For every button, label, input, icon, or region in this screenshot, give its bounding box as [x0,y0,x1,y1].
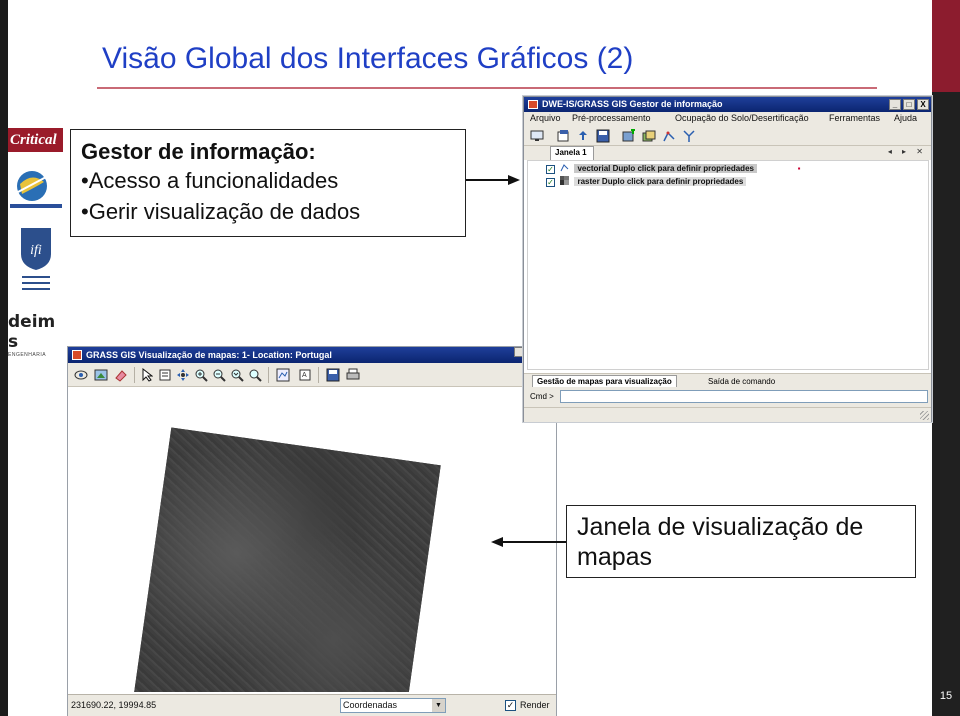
render-checkbox[interactable]: ✓ [505,700,516,711]
coordinates-readout: 231690.22, 19994.85 [71,700,157,710]
callout-item: •Acesso a funcionalidades [81,168,339,193]
print-icon[interactable] [344,366,362,384]
toolbar-separator [318,367,319,383]
callout-item: •Gerir visualização de dados [81,199,361,224]
display-tabs: Janela 1 ◂ ▸ ✕ [524,146,931,160]
decoration-icon[interactable] [274,366,292,384]
bottom-tabs: Gestão de mapas para visualização Saída … [524,373,931,388]
map-toolbar: A [68,363,556,387]
ist-logo: ifi [18,226,54,296]
layer-manager-window[interactable]: DWE-IS/GRASS GIS Gestor de informação _ … [523,96,932,422]
zoom-menu-icon[interactable] [246,366,264,384]
right-accent-bar [932,0,960,716]
eye-icon[interactable] [72,366,90,384]
map-canvas[interactable] [68,387,556,692]
new-display-icon[interactable] [528,127,546,145]
erase-icon[interactable] [112,366,130,384]
window-title: DWE-IS/GRASS GIS Gestor de informação [542,99,723,109]
minimize-button[interactable]: _ [889,99,901,110]
workspace-icon[interactable] [554,127,572,145]
title-divider [97,87,877,89]
map-statusbar: 231690.22, 19994.85 Coordenadas ▼ ✓ Rend… [68,694,556,716]
arrow-left-icon [491,537,567,547]
left-accent-bar [0,0,8,716]
add-command-icon[interactable] [680,127,698,145]
render-label: Render [520,700,550,710]
callout-heading: Gestor de informação: [81,139,316,164]
coordinates-select-value: Coordenadas [343,700,398,710]
layer-label: raster Duplo click para definir propried… [574,177,747,186]
grass-app-icon [72,350,82,360]
arrow-right-icon [466,175,520,185]
maximize-button[interactable]: □ [903,99,915,110]
layer-checkbox[interactable]: ✓ [546,178,555,187]
cmd-label: Cmd > [530,392,554,401]
igp-logo [10,168,62,212]
save-icon[interactable] [324,366,342,384]
add-vector-icon[interactable] [660,127,678,145]
render-icon[interactable] [92,366,110,384]
deimos-logo: deim s ENGENHARIA [8,312,56,358]
layer-item-vectorial[interactable]: ✓ vectorial Duplo click para definir pro… [546,163,800,175]
layer-manager-titlebar[interactable]: DWE-IS/GRASS GIS Gestor de informação _ … [524,97,931,112]
zoom-out-icon[interactable] [210,366,228,384]
slide-title: Visão Global dos Interfaces Gráficos (2) [102,42,634,75]
right-accent-red [932,0,960,92]
toolbar-separator [268,367,269,383]
save-icon[interactable] [594,127,612,145]
raster-layer-icon [560,176,570,185]
layer-label: vectorial Duplo click para definir propr… [574,164,757,173]
logo-column: Critical ifi deim s ENGENHARIA [8,0,63,358]
pan-icon[interactable] [174,366,192,384]
menu-bar: Arquivo Pré-processamento Ocupação do So… [524,112,931,126]
close-button[interactable]: X [917,99,929,110]
svg-text:ifi: ifi [30,243,42,258]
svg-text:A: A [302,372,307,379]
menu-ajuda[interactable]: Ajuda [894,113,917,123]
tab-janela-1[interactable]: Janela 1 [550,146,594,160]
callout-map-display: Janela de visualização de mapas [566,505,916,578]
coordinates-select[interactable]: Coordenadas ▼ [340,698,446,713]
menu-pre-processamento[interactable]: Pré-processamento [572,113,651,123]
map-display-titlebar[interactable]: GRASS GIS Visualização de mapas: 1- Loca… [68,347,556,363]
page-number: 15 [939,690,953,702]
zoom-in-icon[interactable] [192,366,210,384]
layer-item-raster[interactable]: ✓ raster Duplo click para definir propri… [546,176,747,188]
resize-grip-icon[interactable] [920,411,929,420]
grass-app-icon [528,100,538,109]
layer-checkbox[interactable]: ✓ [546,165,555,174]
raster-image [131,427,441,692]
toolbar-separator [134,367,135,383]
tab-saida-comando[interactable]: Saída de comando [708,376,775,387]
callout-layer-manager: Gestor de informação: •Acesso a funciona… [70,129,466,237]
menu-arquivo[interactable]: Arquivo [530,113,561,123]
menu-ocupacao-solo[interactable]: Ocupação do Solo/Desertificação [675,113,809,123]
query-icon[interactable] [156,366,174,384]
open-icon[interactable] [574,127,592,145]
command-input[interactable] [560,390,928,403]
tab-navigation[interactable]: ◂ ▸ ✕ [888,147,927,156]
chevron-down-icon[interactable]: ▼ [432,699,445,712]
map-display-window[interactable]: GRASS GIS Visualização de mapas: 1- Loca… [67,346,557,716]
menu-ferramentas[interactable]: Ferramentas [829,113,880,123]
layer-tree: ✓ vectorial Duplo click para definir pro… [527,160,929,370]
command-bar: Cmd > [524,387,931,407]
zoom-back-icon[interactable] [228,366,246,384]
layer-manager-statusbar [524,407,931,422]
add-raster-icon[interactable] [620,127,638,145]
analyze-icon[interactable]: A [296,366,314,384]
window-title: GRASS GIS Visualização de mapas: 1- Loca… [86,350,332,360]
vector-layer-icon [560,164,569,172]
close-icon[interactable]: ▪ [794,164,804,174]
layer-manager-toolbar [524,126,931,146]
pointer-icon[interactable] [138,366,156,384]
add-overlay-icon[interactable] [640,127,658,145]
critical-logo: Critical [8,128,63,152]
